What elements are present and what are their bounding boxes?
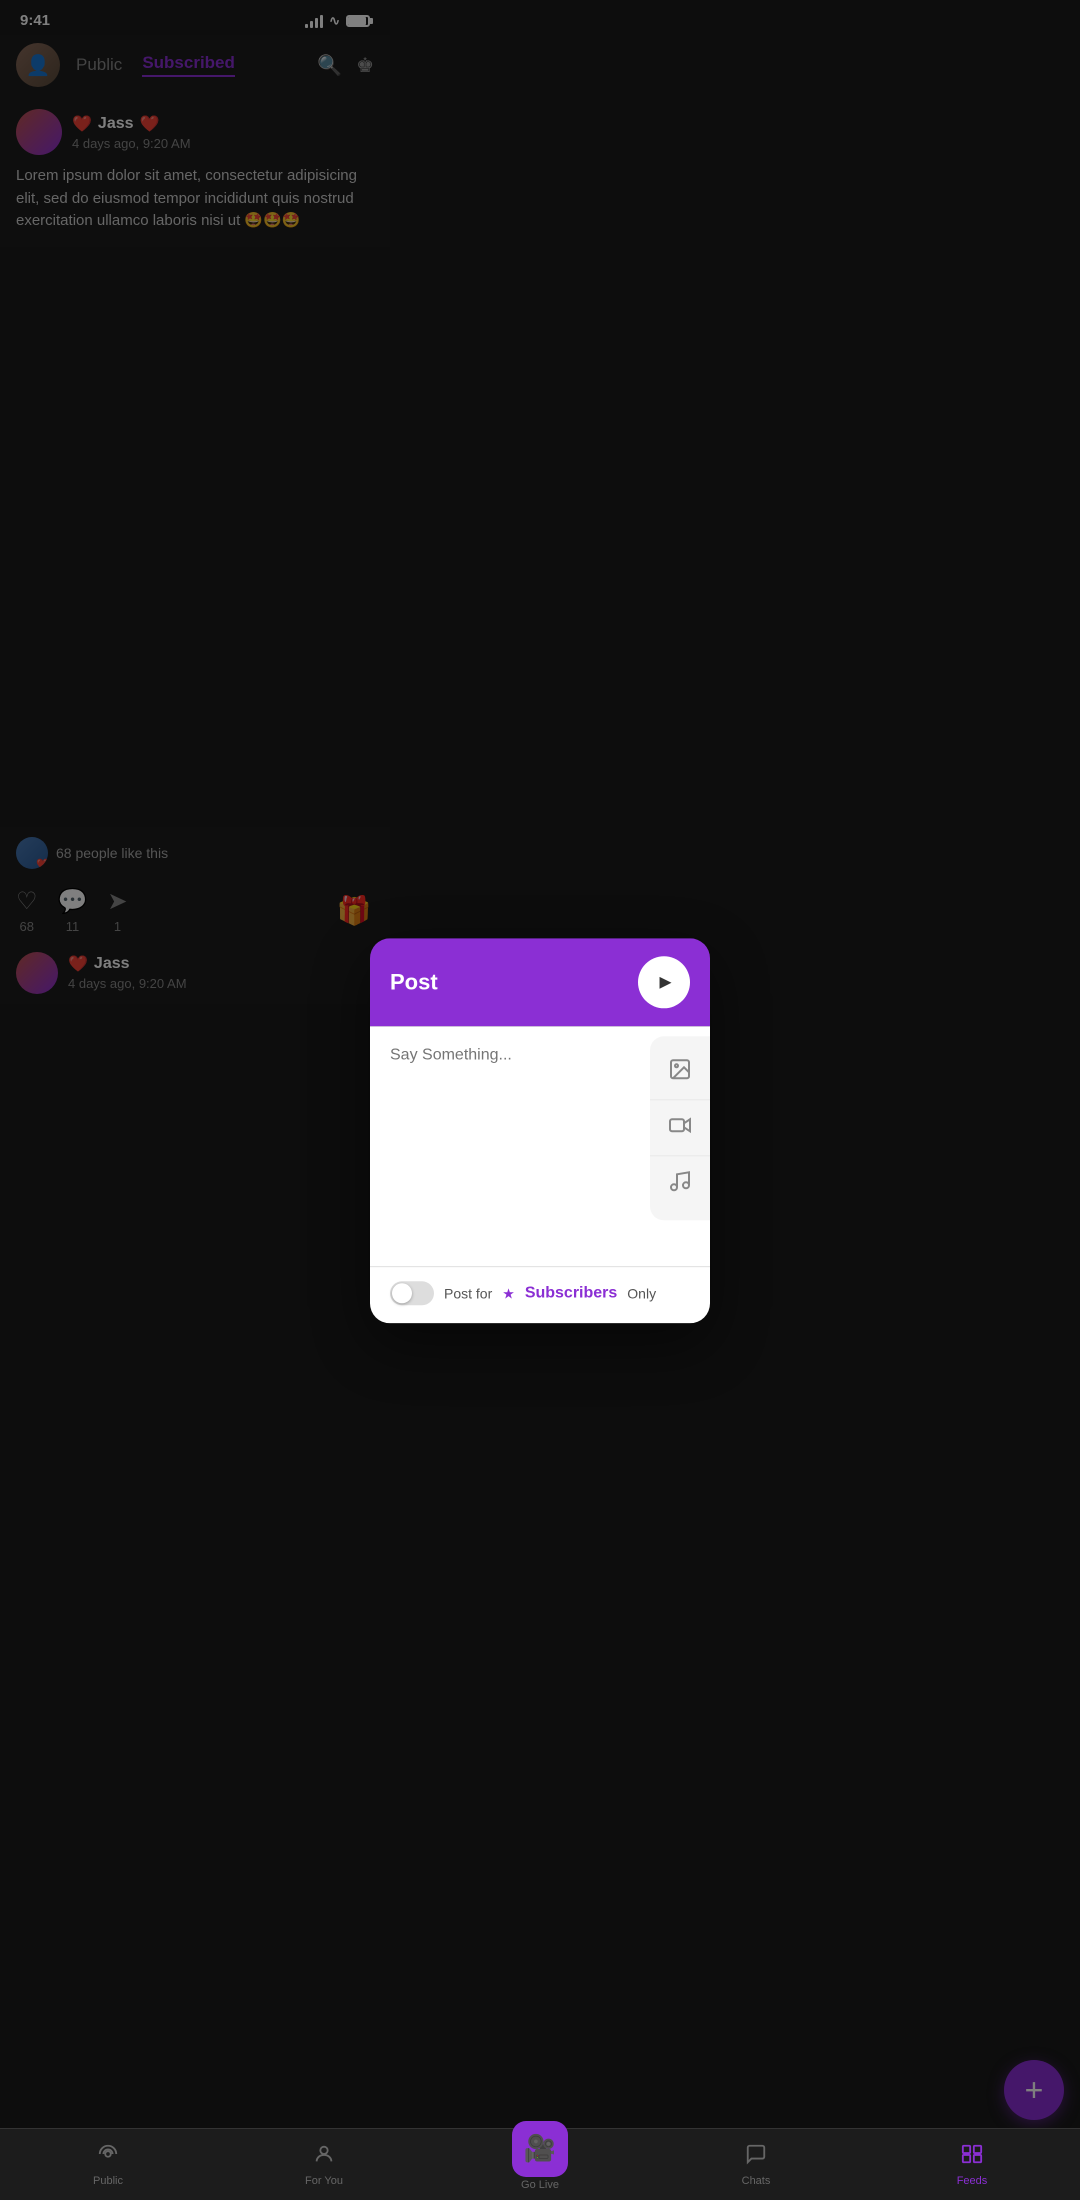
video-icon: [668, 1113, 692, 1143]
nav-label-public: Public: [93, 2175, 123, 2187]
nav-item-foryou[interactable]: For You: [216, 2143, 432, 2187]
send-arrow-icon: ►: [656, 971, 676, 994]
post-for-label: Post for: [444, 1285, 492, 1301]
send-button[interactable]: ►: [638, 956, 690, 1008]
nav-label-chats: Chats: [742, 2175, 771, 2187]
star-icon: ★: [502, 1285, 515, 1302]
modal-title: Post: [390, 969, 438, 995]
add-video-button[interactable]: [650, 1100, 710, 1156]
nav-label-feeds: Feeds: [957, 2175, 988, 2187]
chat-icon: [745, 2143, 767, 2171]
broadcast-icon: [97, 2143, 119, 2171]
toggle-knob: [392, 1283, 412, 1303]
post-textarea[interactable]: [390, 1046, 690, 1226]
nav-item-public[interactable]: Public: [0, 2143, 216, 2187]
add-image-button[interactable]: [650, 1044, 710, 1100]
bottom-nav: Public For You 🎥 Go Live Chats: [0, 2128, 1080, 2200]
nav-label-golive: Go Live: [521, 2179, 559, 2191]
nav-item-chats[interactable]: Chats: [648, 2143, 864, 2187]
person-icon: [313, 2143, 335, 2171]
golive-button[interactable]: 🎥: [512, 2121, 568, 2177]
feeds-icon: [961, 2143, 983, 2171]
nav-item-golive[interactable]: 🎥 Go Live: [432, 2139, 648, 2191]
camera-video-icon: 🎥: [524, 2133, 556, 2164]
nav-item-feeds[interactable]: Feeds: [864, 2143, 1080, 2187]
subscribers-toggle[interactable]: [390, 1281, 434, 1305]
post-modal: Post ►: [370, 938, 710, 1323]
modal-footer: Post for ★ Subscribers Only: [370, 1266, 710, 1323]
subscribers-label[interactable]: Subscribers: [525, 1284, 617, 1302]
modal-header: Post ►: [370, 938, 710, 1026]
nav-label-foryou: For You: [305, 2175, 343, 2187]
media-sidebar: [650, 1036, 710, 1220]
add-music-button[interactable]: [650, 1156, 710, 1212]
only-label: Only: [627, 1285, 656, 1301]
music-icon: [668, 1169, 692, 1199]
modal-body: [370, 1026, 710, 1266]
image-icon: [668, 1057, 692, 1087]
